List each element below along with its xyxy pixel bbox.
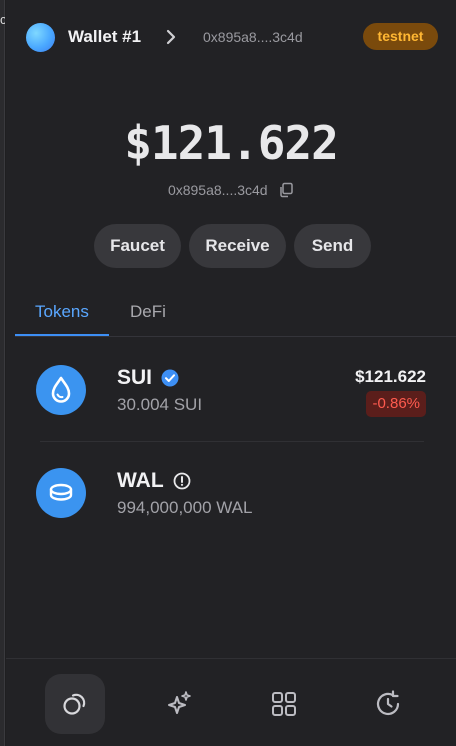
wallet-avatar[interactable] [26, 23, 55, 52]
nav-apps[interactable] [254, 674, 314, 734]
verified-badge-icon [161, 369, 179, 387]
background-window-edge: c [0, 0, 5, 746]
receive-button[interactable]: Receive [189, 224, 286, 268]
token-symbol: SUI [117, 366, 153, 389]
active-tab-indicator [15, 334, 109, 336]
token-divider [40, 441, 424, 442]
copy-icon[interactable] [278, 182, 294, 198]
token-symbol: WAL [117, 469, 164, 492]
tab-tokens[interactable]: Tokens [35, 302, 89, 322]
action-buttons: Faucet Receive Send [94, 224, 371, 268]
tab-defi[interactable]: DeFi [130, 302, 166, 322]
token-change-badge: -0.86% [366, 391, 426, 417]
header-address[interactable]: 0x895a8....3c4d [203, 29, 303, 45]
coins-icon [63, 693, 86, 715]
asset-tabs: Tokens DeFi [15, 296, 456, 337]
background-window-text: c [0, 12, 5, 27]
token-value: $121.622 [355, 367, 426, 386]
token-row-wal[interactable]: WAL 994,000,000 WAL [6, 453, 456, 535]
bottom-nav [6, 658, 456, 746]
sui-drop-icon [36, 365, 86, 415]
grid-icon [272, 692, 296, 716]
nav-home[interactable] [45, 674, 105, 734]
network-badge[interactable]: testnet [363, 23, 438, 50]
wallet-name[interactable]: Wallet #1 [68, 27, 141, 47]
clock-history-icon [376, 690, 400, 716]
nav-history[interactable] [358, 674, 418, 734]
info-icon[interactable] [173, 472, 191, 490]
send-button[interactable]: Send [294, 224, 371, 268]
wallet-header: Wallet #1 0x895a8....3c4d testnet [6, 0, 456, 76]
faucet-button[interactable]: Faucet [94, 224, 181, 268]
nav-discover[interactable] [149, 674, 209, 734]
token-amount: 30.004 SUI [117, 395, 203, 414]
total-balance: $121.622 [124, 116, 339, 170]
address-row: 0x895a8....3c4d [6, 181, 456, 199]
token-amount: 994,000,000 WAL [117, 498, 253, 517]
wallet-panel: Wallet #1 0x895a8....3c4d testnet $121.6… [6, 0, 456, 746]
wallet-address: 0x895a8....3c4d [167, 181, 268, 198]
token-row-sui[interactable]: SUI 30.004 SUI $121.622 -0.86% [6, 350, 456, 432]
chevron-right-icon[interactable] [160, 26, 182, 48]
sparkles-icon [168, 691, 191, 714]
walrus-coin-icon [36, 468, 86, 518]
